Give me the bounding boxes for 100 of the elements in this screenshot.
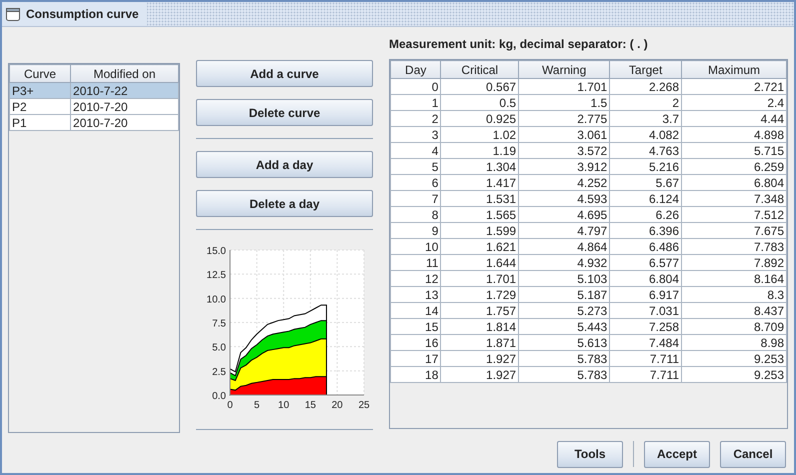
table-cell[interactable]: 12 (390, 270, 441, 286)
table-cell[interactable]: 2 (390, 110, 441, 126)
table-cell[interactable]: 5.216 (610, 158, 682, 174)
table-cell[interactable]: 1.531 (440, 190, 519, 206)
table-cell[interactable]: 1.701 (440, 270, 519, 286)
table-cell[interactable]: 1 (390, 94, 441, 110)
table-cell[interactable]: 1.599 (440, 222, 519, 238)
table-cell[interactable]: 5.443 (518, 318, 610, 334)
table-cell[interactable]: 9.253 (682, 366, 786, 382)
table-cell[interactable]: 8.3 (682, 286, 786, 302)
table-cell[interactable]: 4.44 (682, 110, 786, 126)
curve-button[interactable]: Add a curve (196, 60, 373, 87)
dialog-button[interactable]: Cancel (720, 440, 786, 468)
table-cell[interactable]: 2 (610, 94, 682, 110)
table-cell[interactable]: 9.253 (682, 350, 786, 366)
table-cell[interactable]: 2.721 (682, 78, 786, 94)
table-cell[interactable]: 3.7 (610, 110, 682, 126)
table-cell[interactable]: 1.871 (440, 334, 519, 350)
table-cell[interactable]: 2.4 (682, 94, 786, 110)
table-cell[interactable]: 0 (390, 78, 441, 94)
table-cell[interactable]: 5.783 (518, 366, 610, 382)
table-cell[interactable]: 5.783 (518, 350, 610, 366)
table-cell[interactable]: 5.715 (682, 142, 786, 158)
table-cell[interactable]: 1.729 (440, 286, 519, 302)
table-cell[interactable]: 7.711 (610, 366, 682, 382)
column-header[interactable]: Curve (10, 64, 71, 82)
table-cell[interactable]: 6.577 (610, 254, 682, 270)
table-cell[interactable]: 1.565 (440, 206, 519, 222)
table-cell[interactable]: 6.804 (682, 174, 786, 190)
table-cell[interactable]: 6.124 (610, 190, 682, 206)
table-cell[interactable]: 5 (390, 158, 441, 174)
table-cell[interactable]: 6.26 (610, 206, 682, 222)
table-cell[interactable]: 7.484 (610, 334, 682, 350)
table-cell[interactable]: 5.67 (610, 174, 682, 190)
table-cell[interactable]: 0.567 (440, 78, 519, 94)
table-cell[interactable]: 5.187 (518, 286, 610, 302)
table-cell[interactable]: 7.512 (682, 206, 786, 222)
table-cell[interactable]: P3+ (10, 82, 71, 98)
table-cell[interactable]: 4.593 (518, 190, 610, 206)
table-cell[interactable]: 1.814 (440, 318, 519, 334)
table-cell[interactable]: 6.917 (610, 286, 682, 302)
table-cell[interactable]: 9 (390, 222, 441, 238)
table-cell[interactable]: 7.258 (610, 318, 682, 334)
table-cell[interactable]: 4.932 (518, 254, 610, 270)
table-cell[interactable]: 8.98 (682, 334, 786, 350)
column-header[interactable]: Day (390, 60, 441, 78)
table-cell[interactable]: 7.783 (682, 238, 786, 254)
table-cell[interactable]: 0.925 (440, 110, 519, 126)
column-header[interactable]: Modified on (70, 64, 178, 82)
table-cell[interactable]: 3 (390, 126, 441, 142)
table-cell[interactable]: 7.675 (682, 222, 786, 238)
table-cell[interactable]: 3.061 (518, 126, 610, 142)
table-cell[interactable]: 6.259 (682, 158, 786, 174)
table-cell[interactable]: 8.164 (682, 270, 786, 286)
table-cell[interactable]: 5.273 (518, 302, 610, 318)
table-cell[interactable]: P1 (10, 114, 71, 130)
table-cell[interactable]: 2010-7-20 (70, 98, 178, 114)
table-cell[interactable]: 1.701 (518, 78, 610, 94)
table-cell[interactable]: 1.927 (440, 350, 519, 366)
table-cell[interactable]: 4.082 (610, 126, 682, 142)
table-cell[interactable]: 13 (390, 286, 441, 302)
curve-button[interactable]: Delete curve (196, 99, 373, 126)
table-cell[interactable]: 14 (390, 302, 441, 318)
table-cell[interactable]: 4.797 (518, 222, 610, 238)
table-cell[interactable]: 1.621 (440, 238, 519, 254)
column-header[interactable]: Maximum (682, 60, 786, 78)
table-cell[interactable]: 2.268 (610, 78, 682, 94)
day-button[interactable]: Add a day (196, 151, 373, 178)
table-cell[interactable]: 2010-7-20 (70, 114, 178, 130)
table-cell[interactable]: 17 (390, 350, 441, 366)
table-cell[interactable]: P2 (10, 98, 71, 114)
table-cell[interactable]: 4.763 (610, 142, 682, 158)
table-cell[interactable]: 2010-7-22 (70, 82, 178, 98)
table-cell[interactable]: 15 (390, 318, 441, 334)
table-cell[interactable]: 4 (390, 142, 441, 158)
table-cell[interactable]: 7.892 (682, 254, 786, 270)
table-cell[interactable]: 4.864 (518, 238, 610, 254)
table-cell[interactable]: 1.757 (440, 302, 519, 318)
table-cell[interactable]: 1.304 (440, 158, 519, 174)
table-cell[interactable]: 6.804 (610, 270, 682, 286)
table-cell[interactable]: 6.396 (610, 222, 682, 238)
table-cell[interactable]: 4.898 (682, 126, 786, 142)
table-cell[interactable]: 16 (390, 334, 441, 350)
table-cell[interactable]: 5.103 (518, 270, 610, 286)
table-cell[interactable]: 10 (390, 238, 441, 254)
table-cell[interactable]: 0.5 (440, 94, 519, 110)
table-cell[interactable]: 7.031 (610, 302, 682, 318)
column-header[interactable]: Warning (518, 60, 610, 78)
table-cell[interactable]: 1.417 (440, 174, 519, 190)
table-cell[interactable]: 18 (390, 366, 441, 382)
table-cell[interactable]: 4.695 (518, 206, 610, 222)
table-cell[interactable]: 1.644 (440, 254, 519, 270)
table-cell[interactable]: 1.927 (440, 366, 519, 382)
table-cell[interactable]: 6 (390, 174, 441, 190)
table-cell[interactable]: 1.19 (440, 142, 519, 158)
table-cell[interactable]: 7.348 (682, 190, 786, 206)
table-cell[interactable]: 7.711 (610, 350, 682, 366)
table-cell[interactable]: 1.5 (518, 94, 610, 110)
table-cell[interactable]: 7 (390, 190, 441, 206)
day-button[interactable]: Delete a day (196, 190, 373, 217)
